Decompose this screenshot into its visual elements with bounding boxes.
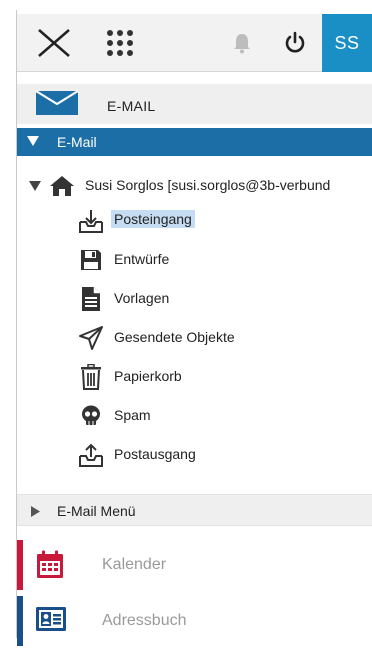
mail-icon bbox=[35, 90, 79, 115]
folder-label: Papierkorb bbox=[114, 368, 182, 384]
email-menu-label: E-Mail Menü bbox=[57, 503, 136, 519]
folder-label: Postausgang bbox=[114, 446, 196, 462]
module-adressbuch[interactable]: Adressbuch bbox=[17, 596, 372, 646]
close-icon bbox=[38, 29, 70, 57]
folder-gesendete-objekte[interactable]: Gesendete Objekte bbox=[17, 321, 372, 355]
module-accent bbox=[17, 540, 23, 590]
caret-down-icon bbox=[27, 136, 39, 146]
section-email[interactable]: E-Mail bbox=[17, 128, 372, 156]
folder-label: Gesendete Objekte bbox=[114, 329, 235, 345]
notifications-button[interactable] bbox=[227, 14, 257, 72]
module-label: Adressbuch bbox=[102, 612, 187, 629]
address-card-icon bbox=[36, 607, 66, 631]
power-icon bbox=[285, 31, 305, 53]
user-avatar[interactable]: SS bbox=[322, 14, 372, 72]
bell-icon bbox=[234, 34, 250, 54]
folder-label: Entwürfe bbox=[114, 251, 170, 267]
skull-icon bbox=[77, 402, 105, 430]
folder-entwuerfe[interactable]: Entwürfe bbox=[17, 243, 372, 277]
home-icon bbox=[50, 176, 74, 196]
folder-vorlagen[interactable]: Vorlagen bbox=[17, 282, 372, 316]
caret-right-icon bbox=[31, 506, 40, 517]
apps-grid-icon bbox=[107, 30, 133, 56]
folder-postausgang[interactable]: Postausgang bbox=[17, 438, 372, 472]
module-label: Kalender bbox=[102, 556, 167, 573]
section-label: E-Mail bbox=[57, 134, 97, 150]
account-node[interactable]: Susi Sorglos [susi.sorglos@3b-verbund bbox=[17, 172, 372, 200]
close-button[interactable] bbox=[33, 14, 75, 72]
module-header: E-MAIL bbox=[17, 84, 372, 124]
logout-button[interactable] bbox=[279, 14, 311, 72]
folder-papierkorb[interactable]: Papierkorb bbox=[17, 360, 372, 394]
inbox-icon bbox=[77, 207, 105, 235]
module-accent bbox=[17, 596, 23, 646]
trash-icon bbox=[77, 363, 105, 391]
floppy-disk-icon bbox=[77, 246, 105, 274]
folder-label: Vorlagen bbox=[114, 290, 170, 306]
folder-posteingang[interactable]: Posteingang bbox=[17, 204, 372, 238]
calendar-icon bbox=[37, 550, 63, 578]
template-document-icon bbox=[77, 285, 105, 313]
caret-down-icon bbox=[29, 181, 41, 191]
folder-spam[interactable]: Spam bbox=[17, 399, 372, 433]
module-title: E-MAIL bbox=[107, 98, 156, 114]
top-bar: SS bbox=[17, 14, 372, 72]
outbox-icon bbox=[77, 441, 105, 469]
apps-button[interactable] bbox=[103, 14, 137, 72]
account-label: Susi Sorglos [susi.sorglos@3b-verbund bbox=[85, 177, 331, 193]
folder-label: Spam bbox=[114, 407, 151, 423]
module-kalender[interactable]: Kalender bbox=[17, 540, 372, 590]
paper-plane-icon bbox=[77, 324, 105, 352]
folder-label: Posteingang bbox=[111, 210, 195, 228]
email-menu-section[interactable]: E-Mail Menü bbox=[17, 494, 372, 526]
